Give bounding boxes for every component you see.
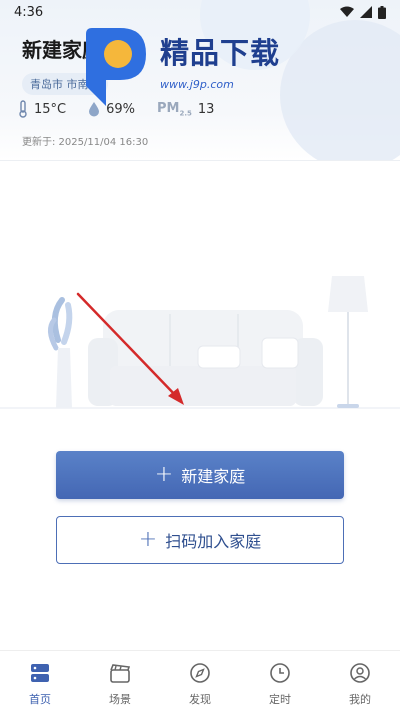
sofa-icon xyxy=(88,310,323,406)
clock-icon xyxy=(270,663,290,683)
plus-icon: + xyxy=(154,462,174,487)
status-time: 4:36 xyxy=(14,4,44,20)
wifi-icon xyxy=(340,6,354,17)
create-family-label: 新建家庭 xyxy=(181,467,246,486)
p-logo-icon xyxy=(86,28,146,106)
tab-discover-label: 发现 xyxy=(189,693,211,706)
scan-join-family-button[interactable]: + 扫码加入家庭 xyxy=(56,516,344,564)
scan-join-label: 扫码加入家庭 xyxy=(165,532,262,551)
tab-home[interactable]: 首页 xyxy=(10,661,70,707)
plant-icon xyxy=(48,297,73,408)
compass-icon xyxy=(190,663,210,683)
lamp-icon xyxy=(328,276,368,408)
tab-scene-label: 场景 xyxy=(109,693,131,706)
tab-scene[interactable]: 场景 xyxy=(90,661,150,707)
tab-discover[interactable]: 发现 xyxy=(170,661,230,707)
tab-timer-label: 定时 xyxy=(269,693,291,706)
empty-home-illustration xyxy=(0,276,400,409)
plus-icon: + xyxy=(138,527,158,552)
pm-sub: 2.5 xyxy=(179,109,192,118)
home-icon xyxy=(31,664,49,682)
watermark-logo: 精品下载 www.j9p.com xyxy=(80,24,340,110)
tab-home-label: 首页 xyxy=(29,693,51,706)
profile-icon xyxy=(350,663,370,683)
tab-profile-label: 我的 xyxy=(349,693,371,706)
watermark-url: www.j9p.com xyxy=(160,78,234,91)
create-family-button[interactable]: + 新建家庭 xyxy=(56,451,344,499)
tab-profile[interactable]: 我的 xyxy=(330,661,390,707)
temperature-value: 15°C xyxy=(34,101,67,117)
battery-icon xyxy=(378,5,386,19)
watermark-text: 精品下载 xyxy=(160,36,281,70)
signal-icon xyxy=(360,6,372,18)
scene-icon xyxy=(110,664,131,683)
bottom-tab-bar: 首页 场景 发现 定时 我的 xyxy=(0,650,400,712)
header-divider xyxy=(0,160,400,161)
tab-timer[interactable]: 定时 xyxy=(250,661,310,707)
status-bar: 4:36 xyxy=(0,0,400,24)
thermometer-icon xyxy=(19,100,27,118)
update-time: 更新于: 2025/11/04 16:30 xyxy=(22,137,149,148)
status-icons xyxy=(340,5,386,19)
